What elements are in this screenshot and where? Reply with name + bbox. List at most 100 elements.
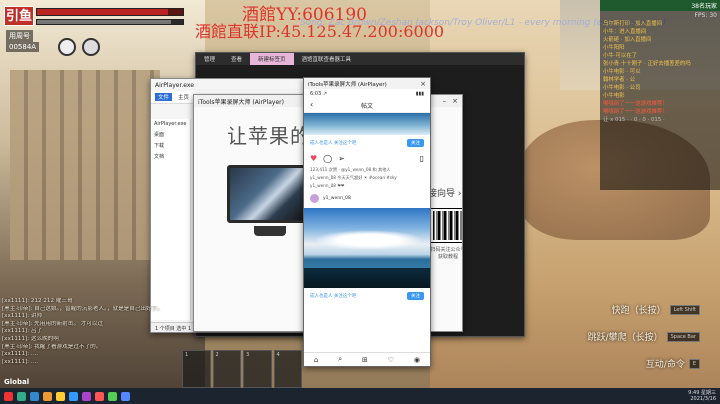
avatar[interactable] xyxy=(310,194,319,203)
caption-text: y1_wenn_08 今天天气超好 ☀ #ocean #sky xyxy=(310,175,397,180)
follow-button[interactable]: 关注 xyxy=(407,139,424,147)
post-photo-main xyxy=(304,208,430,288)
tree-item[interactable]: AirPlayer.exe xyxy=(151,119,190,129)
post-user-row[interactable]: y1_wenn_08 xyxy=(304,189,430,208)
taskbar-app-icon[interactable] xyxy=(69,391,78,401)
slot-number: 1 xyxy=(185,352,189,358)
phone-status-bar: 6:03 ↗ ▮▮▮ xyxy=(304,89,430,99)
chat-line: [xx1111]: 吕了 xyxy=(2,328,43,335)
monitor-illustration xyxy=(227,165,312,223)
profile-icon[interactable]: ◉ xyxy=(414,356,420,364)
stream-chat-line: 小牛电影 · 公司 xyxy=(603,85,641,91)
minimize-icon[interactable]: – xyxy=(443,97,447,105)
home-icon[interactable]: ⌂ xyxy=(314,356,318,364)
tree-item[interactable]: 下载 xyxy=(151,140,190,151)
stream-chat-line: 喉咙剖了一一这游戏推荐！ xyxy=(603,109,668,115)
follow-button[interactable]: 关注 xyxy=(407,292,424,300)
taskbar-app-icon[interactable] xyxy=(17,391,26,401)
bookmark-icon[interactable]: ▯ xyxy=(420,154,424,163)
hud-badge: 引鱼 xyxy=(4,6,34,26)
follow-row: 成人也是人 关注这个吧 关注 xyxy=(304,135,430,151)
itools-title: iTools苹果录屏大师 (AirPlayer) xyxy=(198,98,284,106)
taskbar-app-icon[interactable] xyxy=(82,391,91,401)
phone-nav-title: 帖文 xyxy=(360,103,373,110)
hotbar-slot[interactable]: 1 xyxy=(182,350,211,388)
add-post-icon[interactable]: ⊞ xyxy=(362,356,368,364)
share-icon[interactable]: ➢ xyxy=(338,154,345,163)
follow-row-2: 成人也是人 关注这个吧 关注 xyxy=(304,288,430,304)
taskbar: 9:49 星期三 2021/3/16 xyxy=(0,388,720,404)
slot-number: 3 xyxy=(246,352,250,358)
airplayer-titlebar[interactable]: iTools苹果录屏大师 (AirPlayer) × xyxy=(304,78,430,89)
health-bar xyxy=(36,8,184,16)
hint-key: Space Bar xyxy=(666,331,700,342)
stream-chat-panel: 38名玩家 FPS: 30 乌尔斯打印 · 加入直播间 小牛：进入直播间 火箭砸 ·… xyxy=(600,0,720,190)
phone-time: 6:03 ↗ xyxy=(310,91,328,97)
stream-chat-line: 喉咙剖了一一这游戏推荐！ xyxy=(603,101,668,107)
airplayer-window[interactable]: iTools苹果录屏大师 (AirPlayer) × 6:03 ↗ ▮▮▮ ‹ … xyxy=(303,77,431,367)
taskbar-icons xyxy=(4,391,130,401)
phone-screen: 6:03 ↗ ▮▮▮ ‹ 帖文 成人也是人 关注这个吧 关注 ♥ ◯ ➢ ▯ 1… xyxy=(304,89,430,366)
follow-tag[interactable]: 成人也是人 关注这个吧 xyxy=(310,140,356,146)
action-hints: 快跑（长按） Left Shift 跳跃/攀爬（长按） Space Bar 互动… xyxy=(560,303,700,370)
taskbar-clock[interactable]: 9:49 星期三 2021/3/16 xyxy=(688,390,716,402)
hotbar-slot[interactable]: 2 xyxy=(212,350,241,388)
likes-text: 123,411 次赞 · @y1_wenn_08 和 其他人 xyxy=(310,167,391,172)
taskbar-app-icon[interactable] xyxy=(108,391,117,401)
monitor-stand xyxy=(254,226,286,236)
stamina-fill xyxy=(37,20,172,24)
back-arrow-icon[interactable]: ‹ xyxy=(310,100,313,109)
activity-icon[interactable]: ♡ xyxy=(388,356,394,364)
post-username[interactable]: y1_wenn_08 xyxy=(323,196,351,201)
tree-item[interactable]: 文档 xyxy=(151,151,190,162)
stream-chat-line: 让 x 015 · · 0 · 0 · 015 · xyxy=(603,117,665,123)
taskbar-app-icon[interactable] xyxy=(43,391,52,401)
chat-channel-global[interactable]: Global xyxy=(4,378,29,386)
dark-tab[interactable]: 管理 xyxy=(196,53,223,65)
qr-caption: 扫码关注公众号 获取教程 xyxy=(430,247,463,260)
chat-line: [xx1111]: .... xyxy=(2,358,38,365)
stream-chat-line: 小牛：进入直播间 xyxy=(603,29,647,35)
taskbar-app-icon[interactable] xyxy=(95,391,104,401)
close-icon[interactable]: × xyxy=(420,80,426,88)
search-icon[interactable]: ⌕ xyxy=(338,355,342,364)
explorer-title: AirPlayer.exe xyxy=(155,81,194,89)
chat-line: [黑主·印帝]: 自己这娘。，曾醒的沉影老人。，就是是自己出好了。 xyxy=(2,305,163,312)
coins-label: 00584A xyxy=(6,42,40,52)
phone-tab-bar: ⌂ ⌕ ⊞ ♡ ◉ xyxy=(304,352,430,366)
clock-date: 2021/3/16 xyxy=(690,396,716,402)
stream-chat-line: 小牛电影 xyxy=(603,93,625,99)
shore xyxy=(304,268,430,288)
stamina-bar xyxy=(36,19,184,25)
chat-line: [xx1111]: 这么晚的啊 xyxy=(2,335,59,342)
health-fill xyxy=(37,9,169,15)
comment-icon[interactable]: ◯ xyxy=(323,154,332,163)
skull-icon xyxy=(58,38,76,56)
heart-icon[interactable]: ♥ xyxy=(310,154,317,163)
slot-number: 2 xyxy=(215,352,219,358)
hotbar-slot[interactable]: 3 xyxy=(243,350,272,388)
taskbar-app-icon[interactable] xyxy=(121,391,130,401)
close-icon[interactable]: × xyxy=(452,97,458,105)
chat-line: [xx1111]: .... xyxy=(2,351,38,358)
ribbon-tab[interactable]: 主页 xyxy=(178,93,189,101)
follow-tag[interactable]: 成人也是人 关注这个吧 xyxy=(310,293,356,299)
stream-chat-line: 乌尔斯打印 · 加入直播间 xyxy=(603,21,663,27)
connect-guide-link[interactable]: 接向导 › xyxy=(428,186,461,199)
dark-window-tabs: 管理 查看 新建标签页 酒馆直联查看器工具 xyxy=(196,53,524,65)
tree-item[interactable]: 桌面 xyxy=(151,129,190,140)
taskbar-app-icon[interactable] xyxy=(30,391,39,401)
hint-label: 快跑（长按） xyxy=(611,306,666,316)
ribbon-tab[interactable]: 文件 xyxy=(155,93,173,101)
taskbar-app-icon[interactable] xyxy=(4,391,13,401)
taskbar-app-icon[interactable] xyxy=(56,391,65,401)
dark-tab[interactable]: 查看 xyxy=(223,53,250,65)
game-building xyxy=(10,70,160,260)
hotbar-slot[interactable]: 4 xyxy=(273,350,302,388)
dark-tab[interactable]: 酒馆直联查看器工具 xyxy=(294,53,360,65)
post-photo-top xyxy=(304,113,430,135)
game-chat: [xx1111]: 212 212 曜三哥 [黑主·印帝]: 自己这娘。，曾醒的… xyxy=(2,298,182,366)
battery-icon: ▮▮▮ xyxy=(415,91,424,97)
dark-tab[interactable]: 新建标签页 xyxy=(250,53,294,65)
hint-key: E xyxy=(688,358,700,369)
